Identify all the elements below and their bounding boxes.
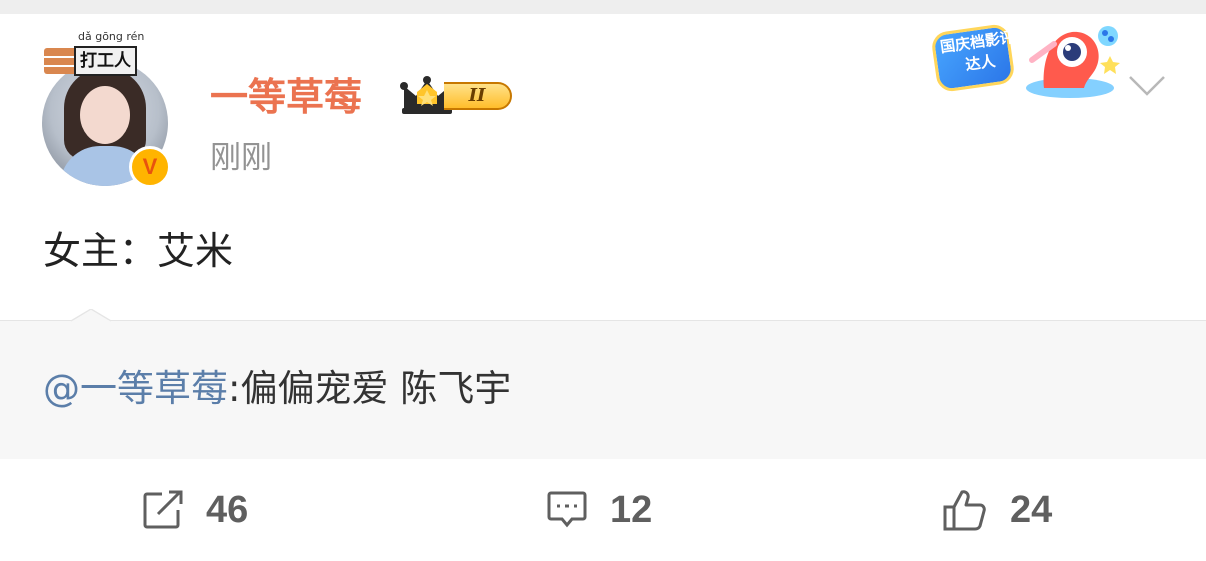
- avatar-nameplate: dǎ gōng rén 打工人: [44, 30, 164, 78]
- post-text: 女主：艾米: [43, 229, 234, 273]
- verified-badge: V: [129, 146, 171, 188]
- author-name[interactable]: 一等草莓: [210, 74, 362, 120]
- top-divider: [0, 0, 1206, 14]
- repost-content: @一等草莓:偏偏宠爱 陈飞宇: [43, 364, 511, 414]
- like-count: 24: [1010, 488, 1053, 531]
- repost-text: 偏偏宠爱 陈飞宇: [240, 367, 512, 410]
- comment-count: 12: [610, 488, 653, 531]
- mascot-icon: [1026, 26, 1120, 98]
- nameplate-pinyin: dǎ gōng rén: [78, 30, 145, 43]
- comment-button[interactable]: 12: [546, 486, 652, 534]
- vip-badge[interactable]: II: [400, 74, 518, 118]
- nameplate-label: 打工人: [74, 46, 137, 76]
- repost-author-link[interactable]: @一等草莓: [43, 367, 228, 410]
- chevron-down-icon[interactable]: [1128, 74, 1166, 98]
- vip-level: II: [444, 82, 512, 110]
- repost-button[interactable]: 46: [142, 486, 248, 534]
- event-badge[interactable]: 国庆档影评达人: [928, 18, 1124, 102]
- repost-count: 46: [206, 488, 249, 531]
- comment-icon: [547, 491, 587, 528]
- weibo-post-card: dǎ gōng rén 打工人 V 一等草莓 II 刚刚 国庆档影评达人 女主：…: [0, 0, 1206, 561]
- repost-pointer: [71, 309, 111, 331]
- like-button[interactable]: 24: [942, 486, 1052, 534]
- avatar-face: [80, 86, 130, 144]
- repost-separator: :: [228, 367, 241, 410]
- thumbs-up-icon: [943, 490, 986, 531]
- share-edit-icon: [143, 490, 183, 529]
- post-time: 刚刚: [210, 140, 272, 176]
